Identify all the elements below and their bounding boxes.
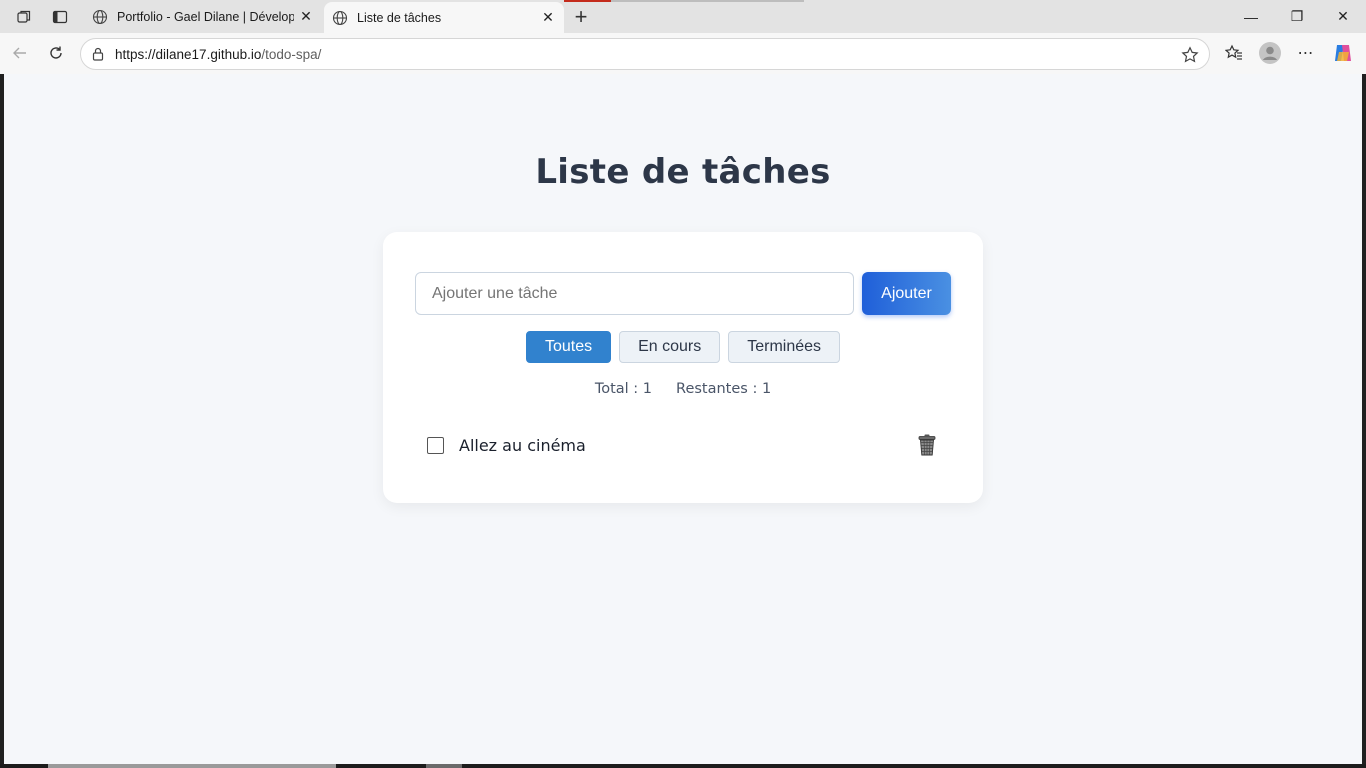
- back-button[interactable]: [6, 39, 34, 67]
- more-menu-icon[interactable]: ⋯: [1293, 40, 1319, 66]
- add-task-button[interactable]: Ajouter: [862, 272, 951, 315]
- globe-icon: [92, 9, 108, 24]
- task-input[interactable]: [415, 272, 854, 315]
- loading-track: [611, 0, 804, 2]
- workspaces-icon[interactable]: [6, 0, 42, 33]
- tab-title: Liste de tâches: [357, 10, 442, 25]
- url-path: /todo-spa/: [261, 46, 322, 62]
- restore-button[interactable]: ❐: [1274, 0, 1320, 33]
- taskbar-edge: [0, 764, 1366, 768]
- globe-icon: [332, 10, 348, 25]
- favorites-icon[interactable]: [1221, 40, 1247, 66]
- minimize-button[interactable]: —: [1228, 0, 1274, 33]
- remaining-count: Restantes : 1: [676, 381, 772, 397]
- filter-active-button[interactable]: En cours: [619, 331, 721, 363]
- tab-todo[interactable]: Liste de tâches ✕: [324, 2, 564, 33]
- tab-title: Portfolio - Gael Dilane | Développ: [117, 9, 294, 24]
- tab-portfolio[interactable]: Portfolio - Gael Dilane | Développ ✕: [84, 0, 322, 33]
- filter-done-button[interactable]: Terminées: [728, 331, 841, 363]
- address-bar[interactable]: https://dilane17.github.io/todo-spa/: [80, 38, 1210, 70]
- site-info-icon[interactable]: [90, 46, 106, 62]
- task-item: Allez au cinéma: [427, 431, 939, 459]
- browser-toolbar: https://dilane17.github.io/todo-spa/ ⋯: [0, 33, 1366, 74]
- todo-card: Ajouter Toutes En cours Terminées Total …: [383, 232, 983, 503]
- filter-group: Toutes En cours Terminées: [383, 331, 983, 363]
- task-counters: Total : 1 Restantes : 1: [383, 381, 983, 397]
- tab-strip: Portfolio - Gael Dilane | Développ ✕ Lis…: [0, 0, 1366, 33]
- url-text[interactable]: https://dilane17.github.io/todo-spa/: [115, 47, 321, 62]
- filter-all-button[interactable]: Toutes: [525, 331, 612, 363]
- close-icon[interactable]: ✕: [536, 6, 560, 30]
- url-host: https://dilane17.github.io: [115, 46, 262, 62]
- favorite-star-icon[interactable]: [1181, 46, 1199, 64]
- copilot-icon[interactable]: [1330, 40, 1356, 66]
- close-window-button[interactable]: ✕: [1320, 0, 1366, 33]
- vertical-tabs-icon[interactable]: [42, 0, 78, 33]
- profile-avatar-icon[interactable]: [1257, 40, 1283, 66]
- total-count: Total : 1: [594, 381, 653, 397]
- new-tab-button[interactable]: +: [568, 4, 594, 30]
- page-viewport: Liste de tâches Ajouter Toutes En cours …: [4, 74, 1362, 764]
- taskbar-segment: [48, 764, 336, 768]
- task-text: Allez au cinéma: [459, 435, 586, 455]
- trash-icon[interactable]: [915, 433, 939, 457]
- task-checkbox[interactable]: [427, 436, 444, 454]
- page-title: Liste de tâches: [535, 152, 831, 192]
- close-icon[interactable]: ✕: [294, 5, 318, 29]
- taskbar-segment: [426, 764, 462, 768]
- refresh-button[interactable]: [42, 39, 70, 67]
- loading-indicator: [564, 0, 611, 2]
